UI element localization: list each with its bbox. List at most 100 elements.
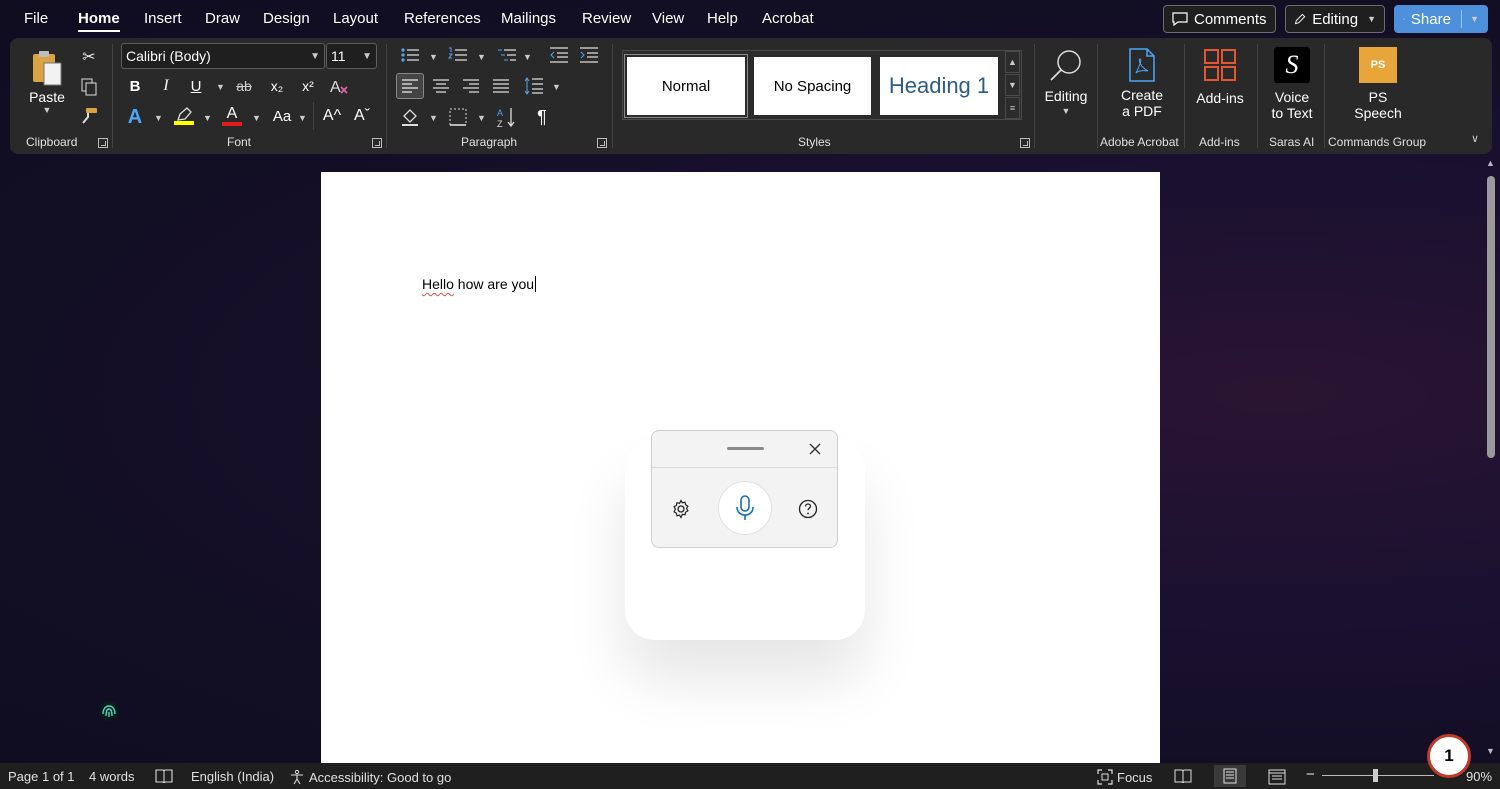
tab-design[interactable]: Design xyxy=(263,10,310,27)
editing-mode-button[interactable]: Editing ▼ xyxy=(1285,5,1385,33)
justify-icon[interactable] xyxy=(489,74,513,98)
tab-mailings[interactable]: Mailings xyxy=(501,10,556,27)
font-launcher-icon[interactable] xyxy=(372,138,382,148)
spelling-flagged-word[interactable]: Hello xyxy=(422,276,454,292)
zoom-slider-thumb[interactable] xyxy=(1373,769,1378,782)
shading-icon[interactable] xyxy=(398,105,422,129)
text-effects-icon[interactable]: A xyxy=(122,105,148,129)
word-count[interactable]: 4 words xyxy=(89,769,135,784)
change-case-chevron-icon[interactable]: ▼ xyxy=(298,113,307,123)
zoom-slider[interactable] xyxy=(1322,775,1434,776)
focus-mode-button[interactable]: Focus xyxy=(1097,769,1152,785)
align-left-icon[interactable] xyxy=(396,73,424,99)
decrease-indent-icon[interactable] xyxy=(547,44,571,66)
bold-button[interactable]: B xyxy=(124,75,146,97)
share-button[interactable]: Share ▼ xyxy=(1394,5,1488,33)
cut-icon[interactable]: ✂ xyxy=(78,46,100,68)
clipboard-launcher-icon[interactable] xyxy=(98,138,108,148)
tab-view[interactable]: View xyxy=(652,10,684,27)
tab-draw[interactable]: Draw xyxy=(205,10,240,27)
font-name-combo[interactable]: Calibri (Body) ▼ xyxy=(121,43,325,69)
tab-insert[interactable]: Insert xyxy=(144,10,182,27)
style-normal[interactable]: Normal xyxy=(625,55,747,117)
clear-formatting-icon[interactable]: A xyxy=(328,75,352,97)
styles-launcher-icon[interactable] xyxy=(1020,138,1030,148)
paragraph-launcher-icon[interactable] xyxy=(597,138,607,148)
tab-review[interactable]: Review xyxy=(582,10,631,27)
editing-button[interactable]: Editing ▼ xyxy=(1040,42,1092,122)
vertical-scrollbar[interactable]: ▲ ▼ xyxy=(1483,158,1499,762)
shading-chevron-icon[interactable]: ▼ xyxy=(429,113,438,123)
shrink-font-button[interactable]: Aˇ xyxy=(350,105,374,127)
notification-badge[interactable]: 1 xyxy=(1427,734,1471,778)
borders-icon[interactable] xyxy=(446,105,470,129)
align-center-icon[interactable] xyxy=(429,74,453,98)
text-effects-chevron-icon[interactable]: ▼ xyxy=(154,113,163,123)
grow-font-button[interactable]: A^ xyxy=(320,105,344,127)
language-indicator[interactable]: English (India) xyxy=(191,769,274,784)
italic-button[interactable]: I xyxy=(155,75,177,97)
underline-chevron-icon[interactable]: ▼ xyxy=(216,82,225,92)
styles-more-icon[interactable]: ≡ xyxy=(1005,97,1020,119)
web-layout-icon[interactable] xyxy=(1268,769,1286,785)
format-painter-icon[interactable] xyxy=(78,105,100,127)
sort-icon[interactable]: AZ xyxy=(495,104,519,130)
voice-to-text-button[interactable]: S Voice to Text xyxy=(1264,44,1320,124)
document-text[interactable]: Hello how are you xyxy=(422,276,537,292)
fingerprint-icon[interactable] xyxy=(98,700,120,722)
comments-button[interactable]: Comments xyxy=(1163,5,1276,33)
tab-home[interactable]: Home xyxy=(78,10,120,32)
scroll-up-icon[interactable]: ▲ xyxy=(1486,158,1495,168)
styles-scroll-up-icon[interactable]: ▲ xyxy=(1005,51,1020,73)
highlight-color-icon[interactable] xyxy=(172,104,196,128)
settings-gear-icon[interactable] xyxy=(671,499,691,519)
style-heading-1[interactable]: Heading 1 xyxy=(880,57,998,115)
tab-acrobat[interactable]: Acrobat xyxy=(762,10,814,27)
microphone-button[interactable] xyxy=(718,481,772,535)
zoom-out-icon[interactable]: − xyxy=(1306,766,1315,783)
show-formatting-marks-icon[interactable]: ¶ xyxy=(530,105,554,129)
collapse-ribbon-icon[interactable]: ∨ xyxy=(1466,130,1484,146)
line-spacing-chevron-icon[interactable]: ▼ xyxy=(552,82,561,92)
underline-button[interactable]: U xyxy=(185,75,207,97)
bullets-chevron-icon[interactable]: ▼ xyxy=(429,52,438,62)
highlight-chevron-icon[interactable]: ▼ xyxy=(203,113,212,123)
copy-icon[interactable] xyxy=(78,76,100,98)
font-color-chevron-icon[interactable]: ▼ xyxy=(252,113,261,123)
multilevel-list-icon[interactable] xyxy=(495,44,519,66)
scroll-down-icon[interactable]: ▼ xyxy=(1486,746,1495,756)
change-case-button[interactable]: Aa xyxy=(268,105,296,127)
font-color-icon[interactable]: A xyxy=(220,104,244,128)
tab-file[interactable]: File xyxy=(24,10,48,27)
tab-references[interactable]: References xyxy=(404,10,481,27)
ps-speech-button[interactable]: PS PS Speech xyxy=(1344,44,1412,124)
voice-dialog-titlebar[interactable] xyxy=(652,431,837,468)
drag-handle-icon[interactable] xyxy=(727,447,764,450)
subscript-button[interactable]: x₂ xyxy=(265,75,289,97)
borders-chevron-icon[interactable]: ▼ xyxy=(477,113,486,123)
styles-scroll-down-icon[interactable]: ▼ xyxy=(1005,74,1020,96)
multilevel-chevron-icon[interactable]: ▼ xyxy=(523,52,532,62)
align-right-icon[interactable] xyxy=(459,74,483,98)
zoom-level[interactable]: 90% xyxy=(1466,769,1492,784)
paste-button[interactable]: Paste ▼ xyxy=(24,46,70,118)
add-ins-button[interactable]: Add-ins xyxy=(1192,42,1248,112)
bullets-icon[interactable] xyxy=(398,44,422,66)
read-mode-icon[interactable] xyxy=(1174,769,1192,783)
print-layout-icon[interactable] xyxy=(1214,765,1246,787)
create-pdf-button[interactable]: Create a PDF xyxy=(1104,42,1180,124)
tab-layout[interactable]: Layout xyxy=(333,10,378,27)
font-size-combo[interactable]: 11 ▼ xyxy=(326,43,377,69)
tab-help[interactable]: Help xyxy=(707,10,738,27)
strikethrough-button[interactable]: ab xyxy=(232,75,256,97)
style-no-spacing[interactable]: No Spacing xyxy=(754,57,871,115)
accessibility-status[interactable]: Accessibility: Good to go xyxy=(289,769,451,785)
scrollbar-thumb[interactable] xyxy=(1487,176,1495,458)
page-count[interactable]: Page 1 of 1 xyxy=(8,769,75,784)
superscript-button[interactable]: x² xyxy=(296,75,320,97)
line-spacing-icon[interactable] xyxy=(522,74,546,98)
close-icon[interactable] xyxy=(808,442,822,456)
share-chevron-icon[interactable]: ▼ xyxy=(1470,14,1479,24)
numbering-icon[interactable] xyxy=(446,44,470,66)
help-icon[interactable] xyxy=(798,499,818,519)
